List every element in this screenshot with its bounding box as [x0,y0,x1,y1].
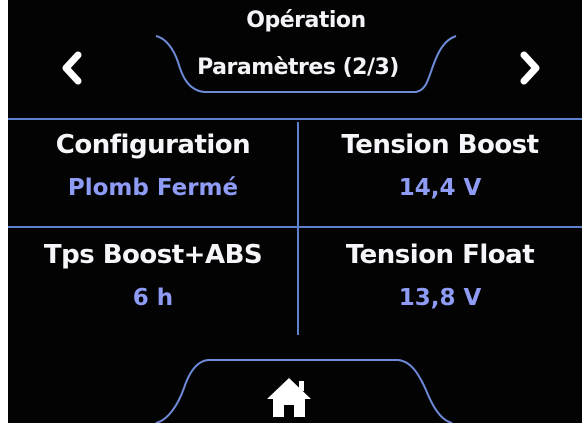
boost-voltage-label: Tension Boost [341,130,539,160]
float-voltage-label: Tension Float [345,240,535,270]
config-value: Plomb Fermé [67,175,239,201]
next-page-button[interactable] [508,46,552,90]
device-screen: Opération Paramètres (2/3) Configuration… [8,0,582,423]
page-subtitle: Paramètres (2/3) [197,55,399,80]
chevron-right-icon [520,51,540,85]
prev-page-button[interactable] [50,46,94,90]
home-icon [267,377,311,417]
boost-abs-time-value: 6 h [132,285,174,311]
home-button[interactable] [254,370,324,423]
float-voltage-value: 13,8 V [398,285,482,311]
chevron-left-icon [62,51,82,85]
page-title: Opération [246,8,366,33]
config-label: Configuration [55,130,251,160]
boost-voltage-value: 14,4 V [398,175,482,201]
boost-abs-time-label: Tps Boost+ABS [43,240,263,270]
